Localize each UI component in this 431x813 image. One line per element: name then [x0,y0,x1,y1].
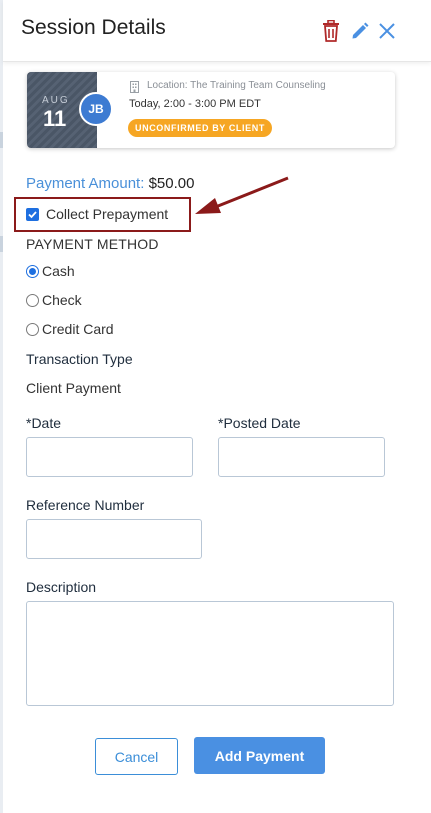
collect-prepayment-checkbox[interactable] [26,207,39,221]
session-card[interactable]: AUG 11 JB Location: The Training Team Co… [27,72,395,148]
payment-method-cash[interactable]: Cash [26,263,75,279]
cancel-button[interactable]: Cancel [95,738,178,775]
radio-label-check[interactable]: Check [42,292,82,308]
building-icon [129,80,140,98]
add-payment-button[interactable]: Add Payment [194,737,325,774]
session-time: Today, 2:00 - 3:00 PM EDT [129,98,261,110]
description-field[interactable] [26,601,394,706]
description-label: Description [26,579,97,595]
payment-amount-label: Payment Amount: [26,175,145,192]
session-day: 11 [43,106,67,131]
radio-label-cash[interactable]: Cash [42,263,75,279]
date-field[interactable] [26,437,193,477]
trash-icon[interactable] [319,18,343,44]
date-label: *Date [26,415,62,431]
session-location: Location: The Training Team Counseling [147,80,326,91]
payment-method-credit-card[interactable]: Credit Card [26,321,114,337]
transaction-type-value: Client Payment [26,380,121,396]
radio-label-credit-card[interactable]: Credit Card [42,321,114,337]
collect-prepayment-row: Collect Prepayment [26,206,168,222]
payment-method-heading: PAYMENT METHOD [26,236,159,252]
payment-method-check[interactable]: Check [26,292,82,308]
pencil-icon[interactable] [348,18,372,44]
collect-prepayment-label[interactable]: Collect Prepayment [46,206,168,222]
client-avatar[interactable]: JB [79,92,113,126]
posted-date-label: *Posted Date [218,415,301,431]
payment-amount: Payment Amount: $50.00 [26,175,194,192]
reference-number-field[interactable] [26,519,202,559]
transaction-type-label: Transaction Type [26,351,133,367]
reference-number-label: Reference Number [26,497,145,513]
annotation-arrow-icon [195,176,289,214]
payment-amount-value: $50.00 [148,175,195,192]
panel-title: Session Details [21,16,166,39]
radio-check[interactable] [26,293,39,307]
radio-cash[interactable] [26,264,39,278]
posted-date-field[interactable] [218,437,385,477]
close-icon[interactable] [375,18,399,44]
panel-header: Session Details [3,0,431,62]
radio-credit-card[interactable] [26,322,39,336]
session-month: AUG [42,95,70,106]
status-badge: UNCONFIRMED BY CLIENT [128,119,272,137]
session-details-panel: Session Details AUG 11 JB Location: The … [3,0,431,813]
